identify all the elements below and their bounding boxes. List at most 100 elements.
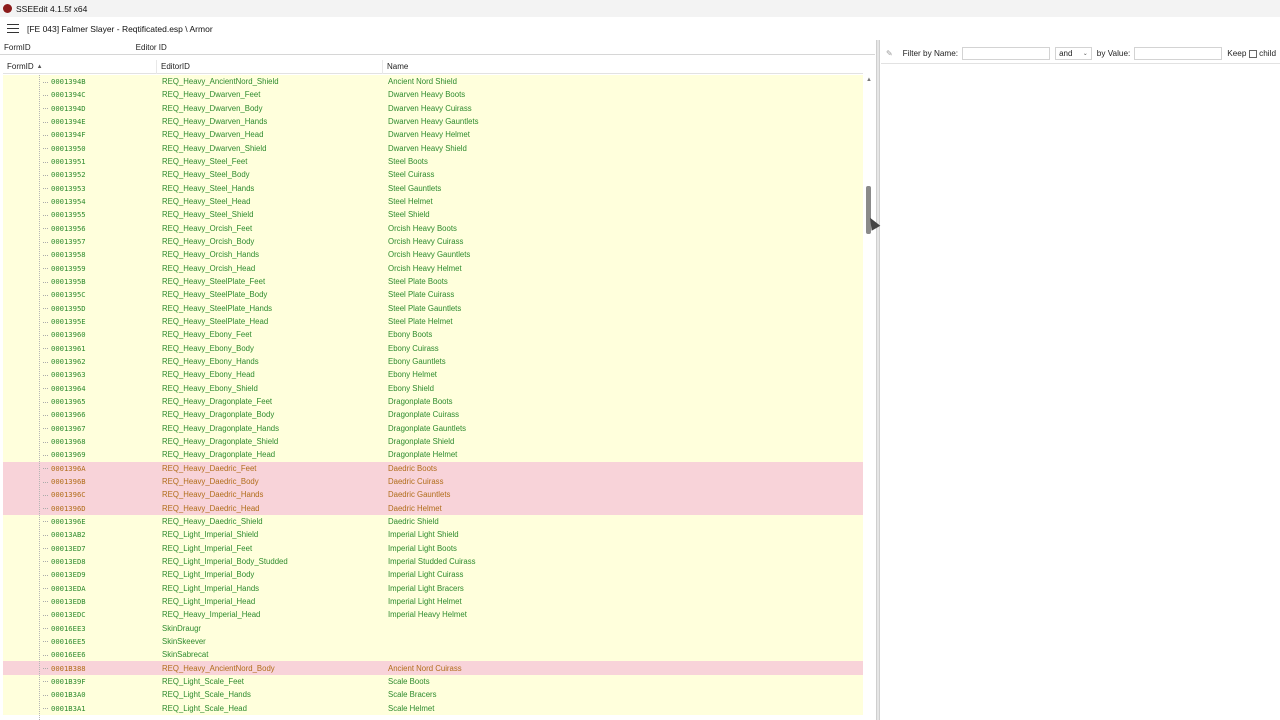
record-formid: 0001394F [3,130,157,139]
record-row[interactable]: 0001396E REQ_Heavy_Daedric_Shield Daedric … [3,514,863,529]
record-name: Dwarven Heavy Gauntlets [388,117,479,127]
record-row[interactable]: 00016EE3 SkinDraugr [3,621,863,635]
record-row[interactable]: 00013ED9 REQ_Light_Imperial_Body Imperial … [3,568,863,582]
record-row[interactable]: 00013EDA REQ_Light_Imperial_Hands Imperial… [3,581,863,595]
record-name: Ebony Gauntlets [388,357,446,367]
record-row[interactable]: 0001395D REQ_Heavy_SteelPlate_Hands Steel … [3,301,863,315]
record-formid: 00013968 [3,437,157,446]
formid-search-input[interactable] [33,41,112,53]
record-name: Dwarven Heavy Helmet [388,130,470,140]
record-row[interactable]: 00013954 REQ_Heavy_Steel_Head Steel Helmet [3,194,863,209]
record-row[interactable]: 00013965 REQ_Heavy_Dragonplate_Feet Dragon… [3,394,863,409]
record-row[interactable]: 00016EE6 SkinSabrecat [3,648,863,662]
record-name: Scale Bracers [388,690,437,700]
record-name: Dragonplate Boots [388,397,453,407]
record-row[interactable]: 00013963 REQ_Heavy_Ebony_Head Ebony Helmet [3,368,863,382]
record-row[interactable]: 00013962 REQ_Heavy_Ebony_Hands Ebony Gaunt… [3,354,863,369]
record-row[interactable]: 0001394E REQ_Heavy_Dwarven_Hands Dwarven H… [3,114,863,129]
record-row[interactable]: 0001396A REQ_Heavy_Daedric_Feet Daedric Bo… [3,461,863,475]
record-name: Orcish Heavy Cuirass [388,237,464,247]
record-row[interactable]: 0001B39F REQ_Light_Scale_Feet Scale Boots [3,674,863,689]
record-row[interactable]: 0001395C REQ_Heavy_SteelPlate_Body Steel P… [3,288,863,302]
record-row[interactable]: 0001396C REQ_Heavy_Daedric_Hands Daedric G… [3,488,863,502]
pin-icon[interactable]: ✎ [886,49,896,58]
record-row[interactable]: 0001395E REQ_Heavy_SteelPlate_Head Steel P… [3,314,863,329]
column-header-name[interactable]: Name [383,60,863,74]
vertical-scrollbar[interactable] [864,75,874,720]
menu-icon[interactable] [7,24,19,33]
record-row[interactable]: 0001394F REQ_Heavy_Dwarven_Head Dwarven He… [3,128,863,142]
record-row[interactable]: 0001395B REQ_Heavy_SteelPlate_Feet Steel P… [3,274,863,289]
record-row[interactable]: 00013956 REQ_Heavy_Orcish_Feet Orcish Heav… [3,221,863,235]
record-row[interactable]: 0001396B REQ_Heavy_Daedric_Body Daedric Cu… [3,474,863,489]
record-row[interactable]: 0001B3A0 REQ_Light_Scale_Hands Scale Brace… [3,688,863,702]
record-name: Imperial Light Cuirass [388,570,464,580]
panel-splitter[interactable] [876,40,880,720]
record-row[interactable]: 0001394D REQ_Heavy_Dwarven_Body Dwarven He… [3,101,863,115]
record-name: Dragonplate Gauntlets [388,423,467,433]
record-row[interactable]: 00013960 REQ_Heavy_Ebony_Feet Ebony Boots [3,328,863,342]
window-title: SSEEdit 4.1.5f x64 [16,3,88,14]
record-row[interactable]: 0001394C REQ_Heavy_Dwarven_Feet Dwarven He… [3,88,863,102]
keep-children-checkbox[interactable] [1249,49,1258,58]
record-name: Imperial Light Shield [388,530,459,540]
record-name: Ebony Shield [388,383,434,393]
record-row[interactable]: 00013967 REQ_Heavy_Dragonplate_Hands Drago… [3,421,863,435]
column-formid-label: FormID [7,62,34,71]
record-row[interactable]: 00013952 REQ_Heavy_Steel_Body Steel Cuiras… [3,168,863,182]
record-row[interactable]: 0001394B REQ_Heavy_AncientNord_Shield Anci… [3,75,863,89]
record-list-header: FormID ▲ EditorID Name [3,59,863,74]
record-row[interactable]: 0001B3A1 REQ_Light_Scale_Head Scale Helmet [3,701,863,715]
record-formid: 0001B39F [3,677,157,686]
record-row[interactable]: 00013957 REQ_Heavy_Orcish_Body Orcish Heav… [3,234,863,249]
record-row[interactable]: 0001B388 REQ_Heavy_AncientNord_Body Ancien… [3,661,863,675]
record-row[interactable]: 00013959 REQ_Heavy_Orcish_Head Orcish Heav… [3,261,863,275]
record-row[interactable]: 0001396D REQ_Heavy_Daedric_Head Daedric He… [3,501,863,515]
record-row[interactable]: 00013955 REQ_Heavy_Steel_Shield Steel Shie… [3,208,863,222]
record-editorid: REQ_Heavy_Steel_Hands [162,183,255,193]
record-formid: 00013954 [3,197,157,206]
record-row[interactable]: 00013EDB REQ_Light_Imperial_Head Imperial … [3,594,863,609]
record-row[interactable]: 00013AB2 REQ_Light_Imperial_Shield Imperia… [3,528,863,542]
record-editorid: REQ_Heavy_Steel_Head [162,197,251,207]
record-editorid: REQ_Light_Imperial_Shield [162,530,259,540]
record-list[interactable]: 0001394B REQ_Heavy_AncientNord_Shield Anci… [3,75,863,720]
record-row[interactable]: 00013ED7 REQ_Light_Imperial_Feet Imperial … [3,541,863,555]
record-editorid: REQ_Heavy_Dwarven_Feet [162,90,261,100]
record-row[interactable]: 00013964 REQ_Heavy_Ebony_Shield Ebony Shie… [3,381,863,395]
record-formid: 0001B3A0 [3,690,157,699]
record-formid: 00013955 [3,210,157,219]
record-row[interactable]: 00013961 REQ_Heavy_Ebony_Body Ebony Cuiras… [3,341,863,355]
record-name: Daedric Gauntlets [388,490,451,500]
record-formid: 00013950 [3,144,157,153]
record-name: Ebony Helmet [388,370,437,380]
record-row[interactable]: 00013966 REQ_Heavy_Dragonplate_Body Dragon… [3,408,863,422]
record-row[interactable]: 00013969 REQ_Heavy_Dragonplate_Head Dragon… [3,448,863,462]
record-editorid: REQ_Light_Imperial_Body [162,570,255,580]
column-header-formid[interactable]: FormID ▲ [3,59,157,74]
scroll-up-arrow-icon[interactable]: ▲ [864,75,874,85]
record-editorid: REQ_Light_Imperial_Body_Studded [162,556,288,566]
record-formid: 0001B3A1 [3,704,157,713]
record-row[interactable]: 00013EDC REQ_Heavy_Imperial_Head Imperial … [3,608,863,622]
record-row[interactable]: 00013950 REQ_Heavy_Dwarven_Shield Dwarven … [3,141,863,155]
record-editorid: REQ_Light_Imperial_Hands [162,583,260,593]
operator-select[interactable]: and ⌄ [1055,47,1092,60]
record-row[interactable]: 00013ED8 REQ_Light_Imperial_Body_Studded I… [3,554,863,569]
record-formid: 00013ED7 [3,544,157,553]
column-header-editorid[interactable]: EditorID [157,59,383,74]
record-row[interactable]: 00013968 REQ_Heavy_Dragonplate_Shield Drag… [3,434,863,449]
record-formid: 00013959 [3,264,157,273]
record-name: Dragonplate Shield [388,437,455,447]
editorid-search-input[interactable] [169,41,290,53]
record-editorid: REQ_Heavy_Ebony_Body [162,343,254,353]
view-filter-bar: ✎ Filter by Name: and ⌄ by Value: Keep c… [881,44,1280,64]
filter-by-name-input[interactable] [962,47,1051,60]
record-row[interactable]: 00013951 REQ_Heavy_Steel_Feet Steel Boots [3,154,863,169]
record-formid: 0001396D [3,504,157,513]
sort-ascending-icon: ▲ [36,63,43,70]
record-row[interactable]: 00013958 REQ_Heavy_Orcish_Hands Orcish Hea… [3,248,863,262]
record-row[interactable]: 00016EE5 SkinSkeever [3,634,863,649]
by-value-input[interactable] [1134,47,1223,60]
record-row[interactable]: 00013953 REQ_Heavy_Steel_Hands Steel Gaunt… [3,181,863,195]
